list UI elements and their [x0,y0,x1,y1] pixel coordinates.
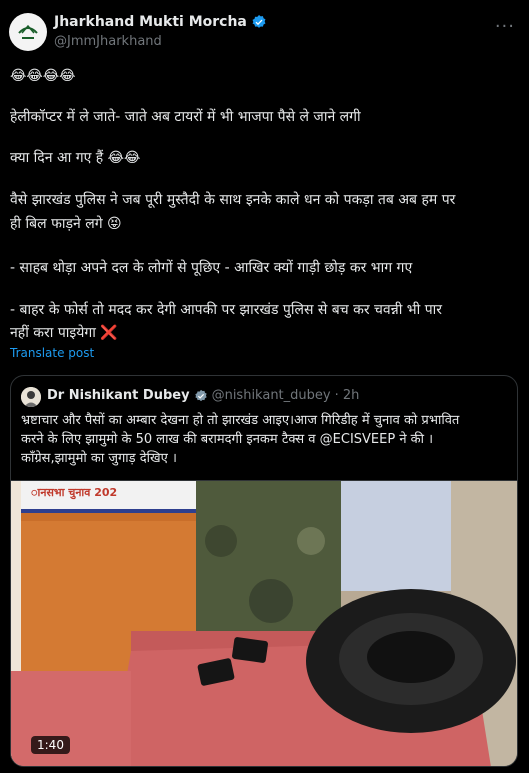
post-text-line: - बाहर के फोर्स तो मदद कर देगी आपकी पर झ… [10,302,442,318]
jmm-logo [10,14,46,50]
post-text-line: क्या दिन आ गए हैं 😂😂 [10,150,141,166]
post-text-line: - साहब थोड़ा अपने दल के लोगों से पूछिए -… [10,260,413,276]
quote-author-avatar[interactable] [21,387,41,407]
verified-badge-gray-icon [194,389,207,401]
video-player[interactable]: ानसभा चुनाव 202 [11,480,517,766]
quoted-post[interactable]: Dr Nishikant Dubey @nishikant_dubey · 2h… [10,375,518,767]
author-avatar[interactable] [9,13,47,51]
author-name[interactable]: Jharkhand Mukti Morcha [54,14,247,30]
post-text-line: हेलीकॉप्टर में ले जाते- जाते अब टायरों म… [10,109,361,125]
quote-author-name[interactable]: Dr Nishikant Dubey [47,388,190,403]
post-text-line: ही बिल फाड़ने लगे 😝 [10,216,122,232]
quote-author-handle[interactable]: @nishikant_dubey [212,388,331,403]
quote-text-line: भ्रष्टाचार और पैसों का अम्बार देखना हो त… [21,413,460,428]
verified-badge-icon [252,15,266,28]
quote-header: Dr Nishikant Dubey @nishikant_dubey · 2h [47,388,359,403]
more-options-icon[interactable]: ··· [495,16,515,37]
translate-post-link[interactable]: Translate post [10,346,94,360]
video-thumbnail [11,481,517,766]
post-text-line: नहीं करा पाइयेगा ❌ [10,325,118,341]
person-avatar-icon [21,387,41,407]
post-text-line: वैसे झारखंड पुलिस ने जब पूरी मुस्तैदी के… [10,192,456,208]
quote-text-line: करने के लिए झामुमो के 50 लाख की बरामदगी … [21,432,434,447]
video-duration: 1:40 [31,736,70,754]
quote-time[interactable]: · 2h [335,388,360,403]
video-banner-text: ानसभा चुनाव 202 [31,486,118,499]
post-text-line: 😂😂😂😂 [10,68,76,84]
author-handle[interactable]: @JmmJharkhand [54,34,162,49]
quote-text-line: कॉंग्रेस,झामुमो का जुगाड़ देखिए । [21,451,177,466]
author-name-row: Jharkhand Mukti Morcha [54,14,267,30]
